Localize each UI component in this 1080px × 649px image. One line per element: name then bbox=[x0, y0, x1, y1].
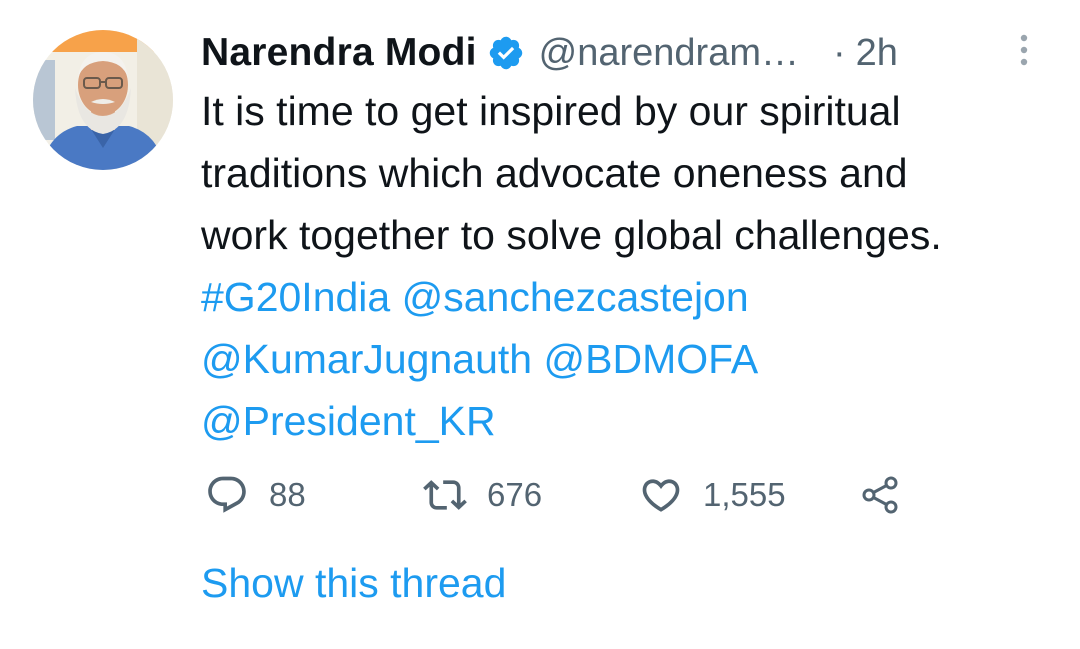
tweet-text-line: It is time to get inspired by our spirit… bbox=[201, 88, 901, 134]
tweet-timestamp[interactable]: 2h bbox=[856, 32, 898, 75]
reply-count: 88 bbox=[269, 476, 306, 513]
like-icon bbox=[642, 479, 680, 512]
separator-dot: · bbox=[832, 31, 846, 74]
avatar-photo bbox=[33, 30, 173, 170]
tweet-links-line: @President_KR bbox=[201, 390, 1061, 452]
author-name[interactable]: Narendra Modi bbox=[201, 31, 477, 75]
tweet-actions: 88 676 1,555 bbox=[201, 470, 961, 520]
hashtag-link[interactable]: #G20India bbox=[201, 274, 390, 320]
tweet-links-line: #G20India @sanchezcastejon bbox=[201, 266, 1061, 328]
like-button[interactable]: 1,555 bbox=[639, 470, 786, 520]
reply-icon bbox=[208, 476, 246, 513]
tweet-links-line: @KumarJugnauth @BDMOFA bbox=[201, 328, 1061, 390]
mention-link[interactable]: @President_KR bbox=[201, 398, 496, 444]
tweet-text-line: work together to solve global challenges… bbox=[201, 212, 942, 258]
more-options-icon[interactable] bbox=[1012, 30, 1036, 70]
tweet-text-line: traditions which advocate oneness and bbox=[201, 150, 908, 196]
retweet-count: 676 bbox=[487, 476, 543, 513]
mention-link[interactable]: @KumarJugnauth bbox=[201, 336, 532, 382]
retweet-icon bbox=[423, 480, 467, 510]
mention-link[interactable]: @sanchezcastejon bbox=[402, 274, 749, 320]
share-icon bbox=[862, 476, 898, 514]
tweet-header: Narendra Modi @narendram… · 2h bbox=[201, 28, 1041, 78]
show-thread-link[interactable]: Show this thread bbox=[201, 560, 506, 607]
mention-link[interactable]: @BDMOFA bbox=[544, 336, 759, 382]
author-avatar[interactable] bbox=[33, 30, 173, 170]
like-count: 1,555 bbox=[703, 476, 786, 513]
tweet-text: It is time to get inspired by our spirit… bbox=[201, 80, 1061, 452]
author-handle[interactable]: @narendram… bbox=[539, 32, 799, 75]
retweet-button[interactable]: 676 bbox=[423, 470, 542, 520]
reply-button[interactable]: 88 bbox=[205, 470, 306, 520]
share-button[interactable] bbox=[859, 470, 903, 520]
verified-badge-icon bbox=[487, 34, 525, 72]
